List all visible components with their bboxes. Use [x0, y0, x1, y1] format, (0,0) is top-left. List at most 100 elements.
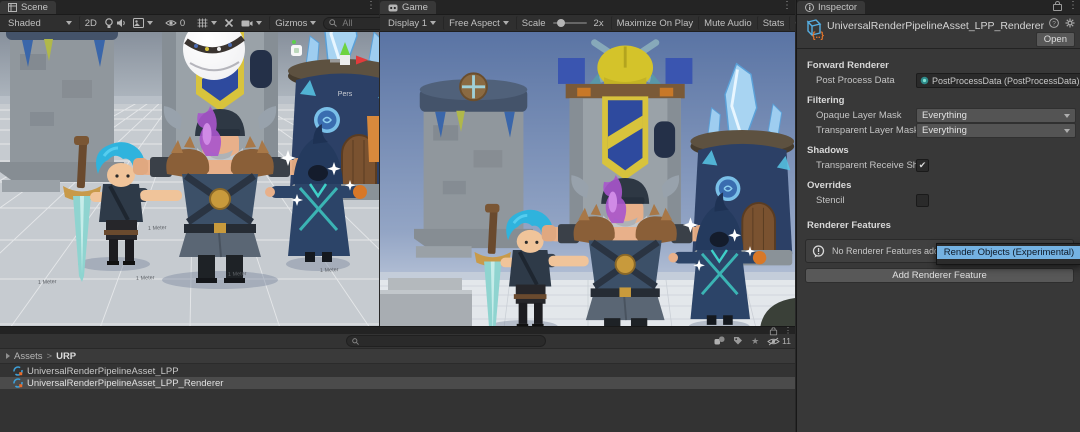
renderer-feature-popup: Render Objects (Experimental)	[936, 243, 1080, 265]
scene-menu-kebab-icon[interactable]: ⋮	[366, 1, 376, 11]
2d-toggle-button[interactable]: 2D	[79, 16, 102, 30]
svg-text:{..}: {..}	[812, 30, 824, 40]
help-icon[interactable]: ?	[1049, 18, 1059, 28]
tab-game[interactable]: Game	[380, 1, 436, 14]
chevron-down-icon	[503, 21, 509, 25]
scale-slider[interactable]	[553, 22, 587, 24]
transparent-receive-shadows-checkbox[interactable]: ✔	[916, 159, 929, 172]
shading-mode-dropdown[interactable]: Shaded	[3, 16, 77, 30]
scene-gizmos-dropdown[interactable]: Gizmos	[269, 16, 321, 30]
project-search-field[interactable]	[346, 335, 546, 347]
inspector-asset-title: UniversalRenderPipelineAsset_LPP_Rendere…	[827, 20, 1044, 32]
visibility-eye-icon	[165, 18, 177, 28]
scene-lighting-button[interactable]	[104, 16, 114, 30]
chevron-down-icon	[1064, 114, 1070, 118]
scene-camera-dropdown[interactable]	[236, 16, 267, 30]
breadcrumb-current-folder[interactable]: URP	[56, 351, 76, 362]
project-panel: ⋮ ★	[0, 326, 795, 432]
search-icon	[352, 338, 359, 345]
aspect-ratio-dropdown[interactable]: Free Aspect	[443, 16, 514, 30]
chevron-down-icon	[310, 21, 316, 25]
lock-icon[interactable]	[1053, 4, 1062, 11]
scene-panel: Scene ⋮ Shaded 2D	[0, 0, 379, 328]
inspector-menu-kebab-icon[interactable]: ⋮	[1068, 1, 1078, 11]
stats-button[interactable]: Stats	[757, 16, 790, 30]
stencil-checkbox[interactable]	[916, 194, 929, 207]
chevron-down-icon	[430, 21, 436, 25]
search-by-label-icon[interactable]	[733, 336, 743, 346]
scene-tabstrip: Scene ⋮	[0, 0, 379, 15]
breadcrumb-foldout-icon[interactable]	[6, 353, 10, 359]
scene-tool-settings-button[interactable]	[224, 16, 234, 30]
asset-row-pipeline-asset[interactable]: UniversalRenderPipelineAsset_LPP	[0, 365, 795, 377]
effects-icon	[133, 18, 144, 28]
renderer-asset-icon: {..}	[802, 18, 824, 40]
project-minibar: ⋮	[0, 327, 795, 334]
perspective-label: Pers	[338, 91, 353, 98]
project-breadcrumb: Assets > URP	[0, 349, 795, 364]
scene-render: 1 Meter 1 Meter 1 Meter 1 Meter 1 Meter …	[0, 32, 379, 328]
scene-visibility-toggle[interactable]: 0	[160, 16, 190, 30]
asset-name: UniversalRenderPipelineAsset_LPP	[27, 366, 179, 377]
project-toolbar: ★ 11	[0, 334, 795, 349]
lock-icon[interactable]	[770, 330, 777, 336]
asset-row-pipeline-renderer[interactable]: UniversalRenderPipelineAsset_LPP_Rendere…	[0, 377, 795, 389]
scale-slider-knob[interactable]	[557, 19, 565, 27]
game-viewport[interactable]	[380, 32, 795, 328]
scene-grid-dropdown[interactable]	[192, 16, 222, 30]
search-by-type-icon[interactable]	[714, 336, 725, 346]
light-bulb-icon	[104, 18, 114, 29]
transparent-layer-mask-dropdown[interactable]: Everything	[916, 123, 1076, 138]
scene-viewport[interactable]: 1 Meter 1 Meter 1 Meter 1 Meter 1 Meter …	[0, 32, 379, 328]
tab-inspector[interactable]: Inspector	[797, 1, 865, 14]
game-panel: Game ⋮ Display 1 Free Aspect Scale 2x	[380, 0, 795, 328]
mute-audio-button[interactable]: Mute Audio	[698, 16, 757, 30]
grid-icon	[197, 18, 208, 28]
scene-audio-button[interactable]	[116, 16, 126, 30]
grid-label: 1 Meter	[38, 279, 57, 286]
game-render	[380, 32, 795, 328]
tab-scene[interactable]: Scene	[0, 1, 56, 14]
opaque-layer-mask-dropdown[interactable]: Everything	[916, 108, 1076, 123]
popup-item-render-objects[interactable]: Render Objects (Experimental)	[937, 246, 1080, 259]
add-renderer-feature-button[interactable]: Add Renderer Feature	[805, 268, 1074, 283]
scale-control: Scale 2x	[516, 16, 609, 30]
speaker-icon	[116, 18, 126, 28]
section-renderer-features: Renderer Features	[807, 220, 1076, 231]
game-menu-kebab-icon[interactable]: ⋮	[782, 1, 792, 11]
scene-tab-label: Scene	[21, 2, 48, 13]
project-search-input[interactable]	[362, 335, 526, 347]
breadcrumb-assets[interactable]: Assets	[14, 351, 43, 362]
stencil-label: Stencil	[805, 195, 916, 206]
tool-cross-icon	[224, 18, 234, 28]
transparent-receive-shadows-label: Transparent Receive Shad	[805, 160, 916, 171]
display-dropdown[interactable]: Display 1	[383, 16, 441, 30]
section-shadows: Shadows	[807, 145, 1076, 156]
hidden-object-count: 0	[180, 18, 185, 29]
inspector-tabstrip: Inspector ⋮	[797, 0, 1080, 15]
grid-label: 1 Meter	[228, 271, 247, 278]
scale-value: 2x	[594, 18, 604, 29]
section-overrides: Overrides	[807, 180, 1076, 191]
maximize-on-play-button[interactable]: Maximize On Play	[611, 16, 699, 30]
project-menu-kebab-icon[interactable]: ⋮	[784, 326, 792, 336]
gear-icon[interactable]	[1065, 18, 1075, 28]
orange-prop	[367, 116, 379, 162]
no-features-message: No Renderer Features added	[832, 246, 949, 256]
project-file-list: UniversalRenderPipelineAsset_LPP Univers…	[0, 364, 795, 389]
inspector-tab-icon	[805, 3, 814, 12]
post-process-asset-icon	[920, 76, 929, 85]
hidden-count-toggle[interactable]: 11	[767, 336, 791, 346]
unity-editor-window: Scene ⋮ Shaded 2D	[0, 0, 1080, 432]
scene-toolbar: Shaded 2D	[0, 15, 379, 32]
eye-icon	[767, 337, 780, 346]
scene-tab-icon	[8, 3, 17, 12]
scene-effects-dropdown[interactable]	[128, 16, 158, 30]
pipeline-asset-icon	[13, 366, 23, 376]
inspector-header: {..} UniversalRenderPipelineAsset_LPP_Re…	[797, 15, 1080, 49]
open-button[interactable]: Open	[1036, 32, 1075, 47]
post-process-data-field[interactable]: PostProcessData (PostProcessData)	[916, 73, 1080, 88]
saved-search-star-icon[interactable]: ★	[751, 336, 759, 347]
game-tab-icon	[388, 4, 398, 12]
chevron-down-icon	[66, 21, 72, 25]
